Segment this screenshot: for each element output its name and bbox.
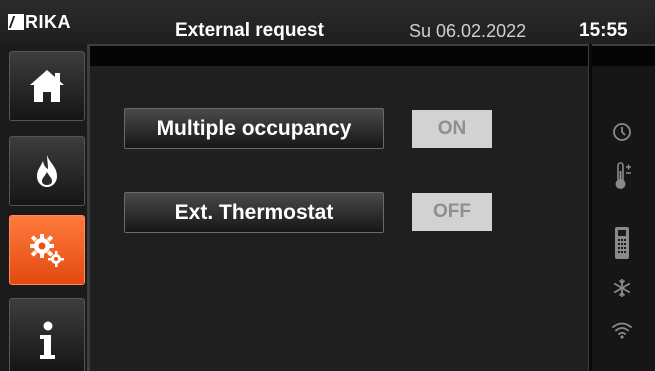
home-icon [30,70,64,102]
nav-home-button[interactable] [9,51,85,121]
time-display: 15:55 [579,20,628,41]
clock-icon [610,120,634,144]
top-bar: RIKA External request Su 06.02.2022 15:5… [0,0,655,44]
info-icon [40,321,55,359]
content-header-strip [90,44,588,66]
wifi-icon [610,318,634,342]
status-header-strip [592,44,655,66]
ext-thermostat-button[interactable]: Ext. Thermostat [124,192,384,233]
rika-logo-mark [8,14,24,30]
multiple-occupancy-state[interactable]: ON [412,110,492,148]
date-display: Su 06.02.2022 [409,21,527,41]
divider [87,44,90,371]
nav-settings-button[interactable] [9,215,85,285]
multiple-occupancy-button[interactable]: Multiple occupancy [124,108,384,149]
thermometer-icon [610,160,634,192]
snowflake-icon [610,276,634,300]
gears-icon [30,234,64,267]
nav-flame-button[interactable] [9,136,85,206]
page-title: External request [175,20,324,41]
ext-thermostat-state[interactable]: OFF [412,193,492,231]
remote-icon [610,226,634,260]
brand-name: RIKA [25,12,71,32]
brand-logo: RIKA [8,10,71,34]
nav-info-button[interactable] [9,298,85,371]
flame-icon [37,155,57,187]
